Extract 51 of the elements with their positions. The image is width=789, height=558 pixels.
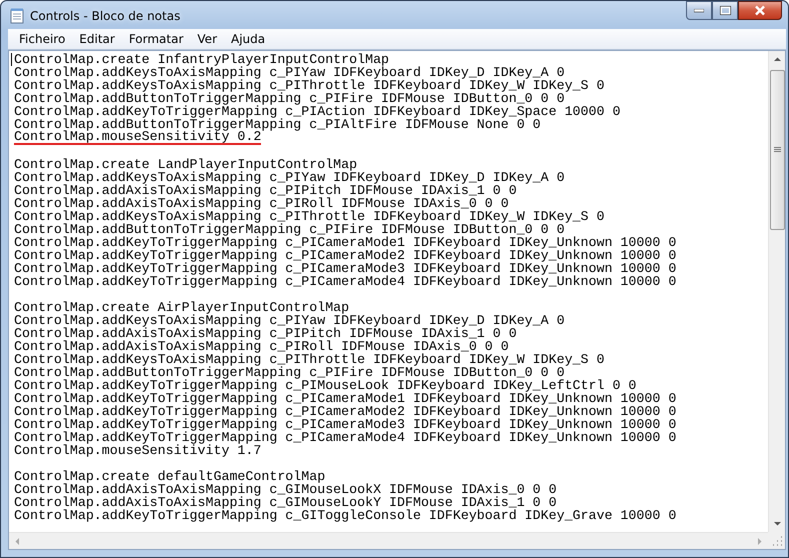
maximize-icon — [720, 6, 730, 15]
text-line: ControlMap.addKeysToAxisMapping c_PIThrottle IDFKeyboard IDKey_W IDKey_S 0 — [14, 79, 604, 92]
text-line: ControlMap.addKeyToTriggerMapping c_PIMouseLook IDFKeyboard IDKey_LeftCtrl 0 0 — [14, 379, 636, 392]
window-title: Controls - Bloco de notas — [30, 9, 182, 23]
text-line: ControlMap.addKeysToAxisMapping c_PIThrottle IDFKeyboard IDKey_W IDKey_S 0 — [14, 353, 604, 366]
text-line: ControlMap.mouseSensitivity 1.7 — [14, 444, 262, 457]
text-line: ControlMap.addKeyToTriggerMapping c_PICameraMode4 IDFKeyboard IDKey_Unknown 10000 0 — [14, 275, 676, 288]
text-cursor — [11, 53, 12, 66]
text-line: ControlMap.addKeyToTriggerMapping c_PICameraMode2 IDFKeyboard IDKey_Unknown 10000 0 — [14, 249, 676, 262]
text-line: ControlMap.create AirPlayerInputControlMap — [14, 301, 350, 314]
text-line: ControlMap.addButtonToTriggerMapping c_PIAltFire IDFMouse None 0 0 — [14, 118, 541, 131]
text-line: ControlMap.addKeyToTriggerMapping c_PIAction IDFKeyboard IDKey_Space 10000 0 — [14, 105, 620, 118]
minimize-icon — [694, 8, 704, 12]
text-line: ControlMap.addAxisToAxisMapping c_PIPitch IDFMouse IDAxis_1 0 0 — [14, 184, 517, 197]
maximize-button[interactable] — [712, 1, 738, 20]
menu-item[interactable]: Editar — [72, 31, 122, 47]
text-line: ControlMap.addKeyToTriggerMapping c_PICameraMode1 IDFKeyboard IDKey_Unknown 10000 0 — [14, 392, 676, 405]
close-icon — [754, 5, 766, 16]
text-line: ControlMap.addKeysToAxisMapping c_PIYaw IDFKeyboard IDKey_D IDKey_A 0 — [14, 66, 565, 79]
text-line: ControlMap.create LandPlayerInputControlMap — [14, 158, 358, 171]
menu-item[interactable]: Ver — [190, 31, 224, 47]
text-line: ControlMap.addButtonToTriggerMapping c_PIFire IDFMouse IDButton_0 0 0 — [14, 366, 565, 379]
text-line: ControlMap.addAxisToAxisMapping c_PIRoll IDFMouse IDAxis_0 0 0 — [14, 197, 509, 210]
menu-item[interactable]: Ficheiro — [12, 31, 72, 47]
text-line: ControlMap.addKeyToTriggerMapping c_PICameraMode1 IDFKeyboard IDKey_Unknown 10000 0 — [14, 236, 676, 249]
text-line: ControlMap.mouseSensitivity 0.2 — [14, 131, 262, 145]
text-line: ControlMap.addKeysToAxisMapping c_PIYaw IDFKeyboard IDKey_D IDKey_A 0 — [14, 314, 565, 327]
text-line: ControlMap.addKeyToTriggerMapping c_PICameraMode2 IDFKeyboard IDKey_Unknown 10000 0 — [14, 405, 676, 418]
scroll-thumb[interactable] — [770, 70, 784, 230]
text-line: ControlMap.create defaultGameControlMap — [14, 470, 326, 483]
text-line: ControlMap.addButtonToTriggerMapping c_PIFire IDFMouse IDButton_0 0 0 — [14, 92, 565, 105]
text-line: ControlMap.addAxisToAxisMapping c_GIMouseLookX IDFMouse IDAxis_0 0 0 — [14, 483, 557, 496]
text-line: ControlMap.addKeyToTriggerMapping c_GIToggleConsole IDFKeyboard IDKey_Grave 10000 0 — [14, 509, 676, 522]
menu-item[interactable]: Formatar — [122, 31, 190, 47]
text-line: ControlMap.addAxisToAxisMapping c_PIRoll IDFMouse IDAxis_0 0 0 — [14, 340, 509, 353]
text-line: ControlMap.create InfantryPlayerInputControlMap — [14, 53, 390, 66]
text-line: ControlMap.addAxisToAxisMapping c_PIPitch IDFMouse IDAxis_1 0 0 — [14, 327, 517, 340]
text-line: ControlMap.addKeysToAxisMapping c_PIThrottle IDFKeyboard IDKey_W IDKey_S 0 — [14, 210, 604, 223]
text-line: ControlMap.addKeyToTriggerMapping c_PICameraMode3 IDFKeyboard IDKey_Unknown 10000 0 — [14, 418, 676, 431]
text-line: ControlMap.addAxisToAxisMapping c_GIMouseLookY IDFMouse IDAxis_1 0 0 — [14, 496, 557, 509]
close-button[interactable] — [738, 1, 782, 20]
text-line: ControlMap.addKeyToTriggerMapping c_PICameraMode4 IDFKeyboard IDKey_Unknown 10000 0 — [14, 431, 676, 444]
minimize-button[interactable] — [686, 1, 712, 20]
scroll-up-icon[interactable] — [772, 55, 782, 64]
notepad-icon — [10, 8, 24, 24]
text-line: ControlMap.addButtonToTriggerMapping c_PIFire IDFMouse IDButton_0 0 0 — [14, 223, 565, 236]
text-line: ControlMap.addKeysToAxisMapping c_PIYaw IDFKeyboard IDKey_D IDKey_A 0 — [14, 171, 565, 184]
menu-item[interactable]: Ajuda — [224, 31, 272, 47]
scroll-down-icon[interactable] — [772, 519, 782, 528]
vertical-scrollbar[interactable] — [768, 51, 785, 532]
text-line: ControlMap.addKeyToTriggerMapping c_PICameraMode3 IDFKeyboard IDKey_Unknown 10000 0 — [14, 262, 676, 275]
